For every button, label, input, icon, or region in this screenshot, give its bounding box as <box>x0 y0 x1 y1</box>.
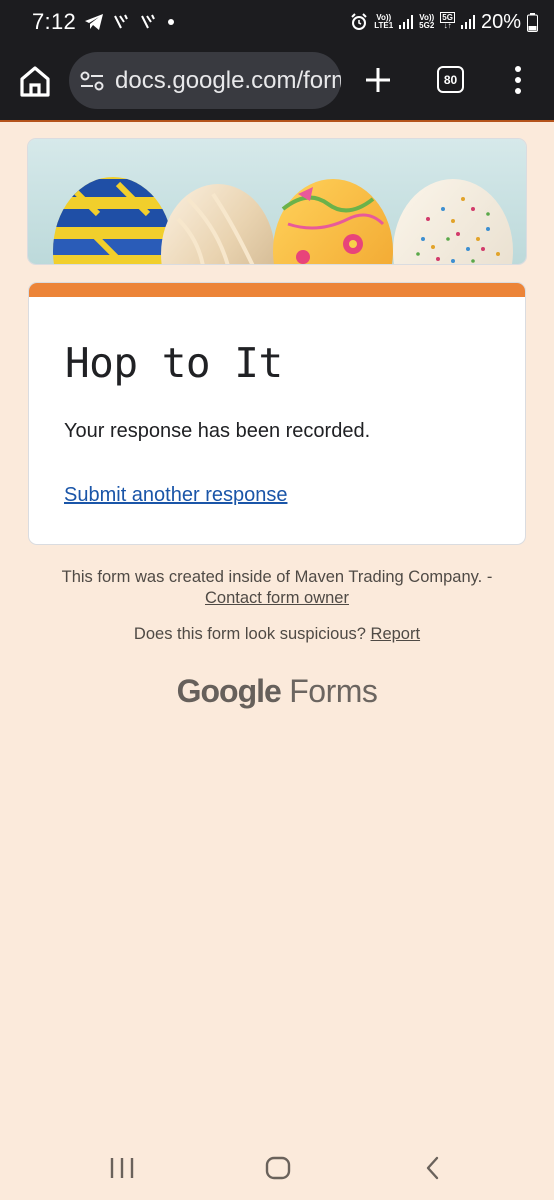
recents-icon[interactable] <box>108 1155 136 1181</box>
suspicious-notice: Does this form look suspicious? Report <box>0 625 554 644</box>
google-forms-logo[interactable]: Google Forms <box>0 673 554 710</box>
more-vert-icon[interactable] <box>510 64 526 96</box>
tabs-icon[interactable]: 80 <box>437 66 464 93</box>
status-bar: 7:12 Vo)) LTE1 Vo)) 5G2 5G ↓↑ 20% <box>0 0 554 44</box>
telegram-icon <box>85 14 104 30</box>
confirmation-message: Your response has been recorded. <box>64 420 371 442</box>
submit-another-link[interactable]: Submit another response <box>64 484 287 507</box>
network-5g2: Vo)) 5G2 <box>419 13 435 30</box>
status-time: 7:12 <box>32 9 77 34</box>
browser-toolbar: docs.google.com/forms 80 <box>0 44 554 120</box>
home-icon[interactable] <box>18 64 52 98</box>
network-5g: 5G ↓↑ <box>440 12 455 30</box>
confirmation-card: Hop to It Your response has been recorde… <box>28 282 526 545</box>
battery-icon <box>527 12 538 32</box>
signal-icon <box>399 15 414 29</box>
form-origin-notice: This form was created inside of Maven Tr… <box>0 567 554 609</box>
plus-icon[interactable] <box>362 64 394 96</box>
site-settings-icon[interactable] <box>79 68 105 94</box>
report-link[interactable]: Report <box>371 625 421 643</box>
network-lte1: Vo)) LTE1 <box>374 13 394 30</box>
alarm-icon <box>351 13 367 30</box>
url-bar[interactable]: docs.google.com/forms <box>69 52 341 109</box>
signal-icon <box>460 15 475 29</box>
url-text[interactable]: docs.google.com/forms <box>115 67 341 95</box>
card-accent-bar <box>29 283 525 297</box>
back-icon[interactable] <box>422 1155 444 1181</box>
contact-owner-link[interactable]: Contact form owner <box>205 589 349 607</box>
suspicious-text: Does this form look suspicious? <box>133 625 366 643</box>
form-title: Hop to It <box>65 339 283 387</box>
header-image <box>27 138 527 265</box>
dot-icon <box>168 19 175 25</box>
toolbar-divider <box>0 120 554 122</box>
nav-home-icon[interactable] <box>264 1155 292 1181</box>
easter-eggs-image <box>28 139 526 264</box>
logo-google: Google <box>176 673 282 709</box>
notification-icon <box>114 14 128 29</box>
notification-icons <box>84 13 175 31</box>
tab-count: 80 <box>443 72 458 87</box>
battery-percent: 20% <box>480 10 521 33</box>
form-origin-text: This form was created inside of Maven Tr… <box>61 568 493 586</box>
status-right: Vo)) LTE1 Vo)) 5G2 5G ↓↑ 20% <box>350 11 538 34</box>
notification-icon <box>141 14 155 29</box>
logo-forms: Forms <box>289 673 378 709</box>
